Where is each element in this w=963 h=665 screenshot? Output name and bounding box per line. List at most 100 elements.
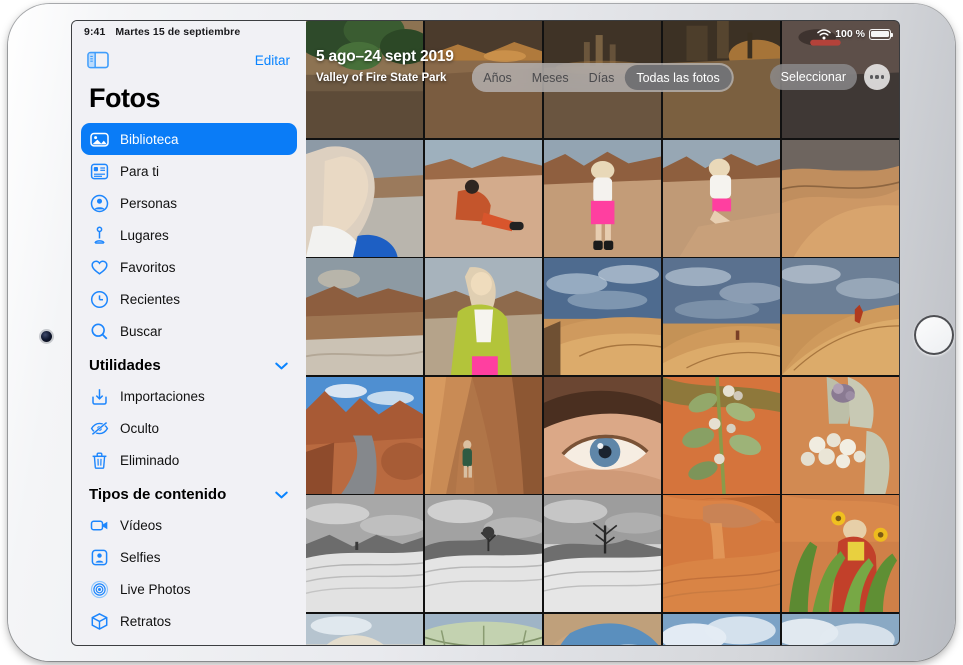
eye-slash-icon xyxy=(90,419,109,438)
place-name-label: Valley of Fire State Park xyxy=(316,72,454,84)
photo-cell-hiker-distant-dome[interactable] xyxy=(663,258,780,375)
photo-status-bar: 100 % xyxy=(817,24,891,44)
photo-cell-two-people-tent[interactable] xyxy=(425,614,542,646)
sidebar-item-label: Importaciones xyxy=(120,389,205,404)
photo-grid xyxy=(306,21,899,645)
segment-dias[interactable]: Días xyxy=(579,65,625,90)
sidebar-group-label: Utilidades xyxy=(89,357,161,374)
photo-cell-red-rock-road[interactable] xyxy=(306,377,423,494)
sidebar-item-oculto[interactable]: Oculto xyxy=(81,412,297,444)
trash-icon xyxy=(90,451,109,470)
photo-cell-desert-plant-buds[interactable] xyxy=(663,377,780,494)
sidebar-item-retratos[interactable]: Retratos xyxy=(81,605,297,637)
wifi-icon xyxy=(817,29,831,40)
photo-cell-woman-seated-boulder[interactable] xyxy=(663,140,780,257)
photo-cell-white-rock-formation[interactable] xyxy=(306,614,423,646)
live-photos-icon xyxy=(90,580,109,599)
sidebar-item-label: Favoritos xyxy=(120,260,176,275)
sidebar-toggle-icon[interactable] xyxy=(87,51,109,69)
sidebar-item-label: Selfies xyxy=(120,550,161,565)
sidebar-item-label: Biblioteca xyxy=(120,132,179,147)
device-frame: 9:41 Martes 15 de septiembre xyxy=(8,4,955,661)
photo-cell-slot-canyon-figure[interactable] xyxy=(425,377,542,494)
battery-full-icon xyxy=(869,29,891,40)
places-pin-icon xyxy=(90,226,109,245)
ellipsis-icon[interactable] xyxy=(864,64,890,90)
sidebar-item-biblioteca[interactable]: Biblioteca xyxy=(81,123,297,155)
sidebar-item-live-photos[interactable]: Live Photos xyxy=(81,573,297,605)
photo-cell-person-seated-orange[interactable] xyxy=(425,140,542,257)
sidebar-item-recientes[interactable]: Recientes xyxy=(81,283,297,315)
photo-cell-hiker-orange-slope[interactable] xyxy=(782,258,899,375)
photo-cell-sandstone-swirl-ridge[interactable] xyxy=(782,140,899,257)
photo-cell-milkweed-blossoms[interactable] xyxy=(782,377,899,494)
front-camera-icon xyxy=(41,331,52,342)
status-bar-date: Martes 15 de septiembre xyxy=(115,26,240,38)
photo-cell-woman-sunflowers[interactable] xyxy=(782,495,899,612)
segment-anos[interactable]: Años xyxy=(473,65,522,90)
sidebar: 9:41 Martes 15 de septiembre xyxy=(72,21,306,645)
page-title: Fotos xyxy=(72,77,306,123)
sidebar-item-buscar[interactable]: Buscar xyxy=(81,315,297,347)
sidebar-item-label: Para ti xyxy=(120,164,159,179)
photo-cell-hand-pouring-sand[interactable] xyxy=(663,495,780,612)
photo-cell-portrait-blonde-blue[interactable] xyxy=(306,140,423,257)
photo-cell-figure-on-dune[interactable] xyxy=(663,614,780,646)
select-button[interactable]: Seleccionar xyxy=(770,64,857,90)
battery-percent-label: 100 % xyxy=(835,28,865,40)
photo-cell-woman-pink-skirt[interactable] xyxy=(544,140,661,257)
photo-cell-desert-sunrise-valley[interactable] xyxy=(306,258,423,375)
portrait-cube-icon xyxy=(90,612,109,631)
sidebar-item-label: Live Photos xyxy=(120,582,191,597)
photo-grid-area: 100 % 5 ago–24 sept 2019 Valley of Fire … xyxy=(306,21,899,645)
status-bar-time: 9:41 xyxy=(84,26,105,38)
sidebar-item-selfies[interactable]: Selfies xyxy=(81,541,297,573)
for-you-icon xyxy=(90,162,109,181)
photo-cell-bw-lone-tree-ridge[interactable] xyxy=(544,495,661,612)
screen-bezel: 9:41 Martes 15 de septiembre xyxy=(72,21,899,645)
search-icon xyxy=(90,322,109,341)
photo-cell-bw-white-pocket-tree[interactable] xyxy=(425,495,542,612)
sidebar-item-label: Lugares xyxy=(120,228,169,243)
chevron-down-icon[interactable] xyxy=(275,486,288,503)
sidebar-item-lugares[interactable]: Lugares xyxy=(81,219,297,251)
photo-cell-bw-white-pocket-1[interactable] xyxy=(306,495,423,612)
sidebar-item-label: Recientes xyxy=(120,292,180,307)
home-button[interactable] xyxy=(914,315,954,355)
sidebar-item-videos[interactable]: Vídeos xyxy=(81,509,297,541)
selfie-icon xyxy=(90,548,109,567)
photo-cell-arch-silhouette-dune[interactable] xyxy=(544,614,661,646)
video-camera-icon xyxy=(90,516,109,535)
chevron-down-icon[interactable] xyxy=(275,357,288,374)
sidebar-group-label: Tipos de contenido xyxy=(89,486,226,503)
sidebar-item-label: Personas xyxy=(120,196,177,211)
sidebar-item-label: Oculto xyxy=(120,421,159,436)
photo-cell-woman-green-jacket[interactable] xyxy=(425,258,542,375)
photo-cell-slickrock-clouds[interactable] xyxy=(544,258,661,375)
date-overlay: 5 ago–24 sept 2019 Valley of Fire State … xyxy=(316,48,454,84)
sidebar-item-label: Buscar xyxy=(120,324,162,339)
sidebar-item-favoritos[interactable]: Favoritos xyxy=(81,251,297,283)
sidebar-item-label: Vídeos xyxy=(120,518,162,533)
segment-meses[interactable]: Meses xyxy=(522,65,579,90)
sidebar-item-label: Eliminado xyxy=(120,453,179,468)
sidebar-group-tipos-de-contenido[interactable]: Tipos de contenido xyxy=(72,476,306,509)
edit-button[interactable]: Editar xyxy=(255,53,290,68)
sidebar-group-utilidades[interactable]: Utilidades xyxy=(72,347,306,380)
photo-cell-closeup-blue-eye[interactable] xyxy=(544,377,661,494)
import-icon xyxy=(90,387,109,406)
segment-todas-las-fotos[interactable]: Todas las fotos xyxy=(624,65,731,90)
photos-library-icon xyxy=(90,130,109,149)
status-bar: 9:41 Martes 15 de septiembre xyxy=(72,21,306,43)
screen: 9:41 Martes 15 de septiembre xyxy=(72,21,899,645)
photo-cell-figure-arms-out-sky[interactable] xyxy=(782,614,899,646)
sidebar-item-para-ti[interactable]: Para ti xyxy=(81,155,297,187)
date-range-label: 5 ago–24 sept 2019 xyxy=(316,48,454,66)
sidebar-item-eliminado[interactable]: Eliminado xyxy=(81,444,297,476)
sidebar-item-importaciones[interactable]: Importaciones xyxy=(81,380,297,412)
segmented-control[interactable]: Años Meses Días Todas las fotos xyxy=(471,63,733,92)
sidebar-item-personas[interactable]: Personas xyxy=(81,187,297,219)
people-icon xyxy=(90,194,109,213)
sidebar-header: Editar xyxy=(72,43,306,77)
clock-icon xyxy=(90,290,109,309)
